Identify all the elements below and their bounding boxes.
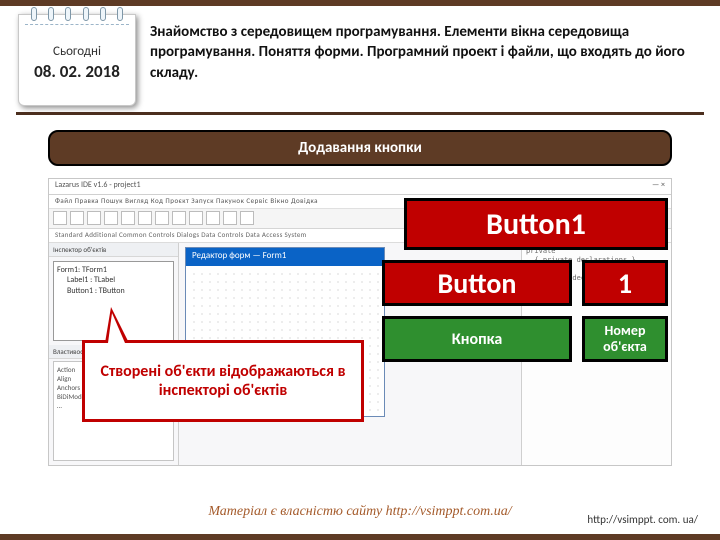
chip-knopka-label: Кнопка (452, 330, 503, 349)
chip-button: Button (382, 260, 572, 306)
form-designer-title: Редактор форм — Form1 (186, 248, 384, 266)
ide-title-left: Lazarus IDE v1.6 - project1 (55, 180, 141, 193)
tree-item: Button1 : TButton (67, 286, 170, 296)
section-ribbon: Додавання кнопки (48, 130, 672, 166)
chip-button-label: Button (438, 266, 517, 301)
ide-titlebar: Lazarus IDE v1.6 - project1 — × (49, 179, 671, 195)
tree-item: Label1 : TLabel (67, 275, 170, 285)
inspector-title: Інспектор об'єктів (49, 243, 178, 257)
callout-text: Створені об'єкти відображаються в інспек… (93, 362, 353, 400)
chip-knopka: Кнопка (382, 316, 572, 362)
date-tab: Сьогодні 08. 02. 2018 (18, 14, 136, 106)
today-date: 08. 02. 2018 (34, 61, 120, 82)
slide-title: Знайомство з середовищем програмування. … (150, 22, 700, 83)
chip-button1-label: Button1 (486, 206, 586, 243)
footer-right-label: http://vsimppt. com. ua/ (587, 513, 698, 526)
bottom-edge (0, 534, 720, 540)
chip-one: 1 (582, 260, 668, 306)
chip-object-number-label: Номер об'єкта (585, 323, 665, 355)
section-ribbon-label: Додавання кнопки (298, 139, 422, 157)
chip-button1: Button1 (404, 198, 668, 250)
tree-root: Form1: TForm1 (57, 265, 170, 275)
notepad-rings (25, 7, 129, 25)
ide-title-right: — × (652, 180, 665, 193)
chip-one-label: 1 (618, 266, 632, 301)
today-label: Сьогодні (53, 44, 101, 59)
header-rule (16, 112, 704, 115)
callout-inspector: Створені об'єкти відображаються в інспек… (82, 340, 364, 422)
chip-object-number: Номер об'єкта (582, 316, 668, 362)
top-edge (0, 0, 720, 6)
footer-right: http://vsimppt. com. ua/ (587, 513, 698, 526)
